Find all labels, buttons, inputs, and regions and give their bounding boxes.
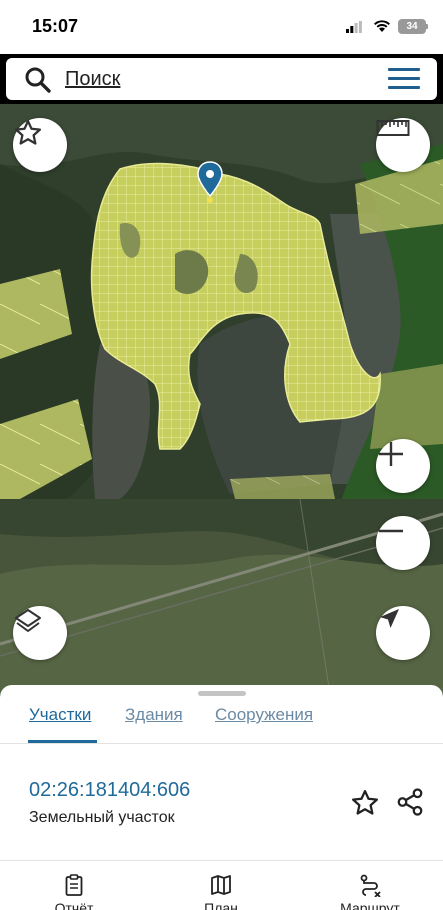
search-input[interactable]: Поиск bbox=[65, 68, 120, 91]
share-icon[interactable] bbox=[395, 787, 425, 817]
wifi-icon bbox=[374, 20, 390, 32]
status-time: 15:07 bbox=[32, 16, 79, 36]
star-icon[interactable] bbox=[350, 788, 380, 818]
tab-structures[interactable]: Сооружения bbox=[215, 705, 313, 725]
layers-icon bbox=[15, 609, 41, 632]
status-bar: 15:07 34 bbox=[0, 0, 443, 54]
divider bbox=[0, 860, 443, 861]
search-icon bbox=[25, 67, 51, 93]
nav-report[interactable]: Отчёт bbox=[50, 873, 98, 910]
tab-parcels[interactable]: Участки bbox=[29, 705, 91, 725]
nav-report-label: Отчёт bbox=[54, 900, 94, 910]
clipboard-icon bbox=[65, 874, 83, 896]
zoom-in-button[interactable] bbox=[376, 439, 430, 493]
map-icon bbox=[211, 875, 231, 895]
layers-button[interactable] bbox=[13, 606, 67, 660]
ruler-icon bbox=[376, 120, 410, 136]
nav-plan-label: План bbox=[204, 900, 238, 910]
minus-icon bbox=[379, 529, 403, 533]
divider bbox=[0, 743, 443, 744]
plus-icon bbox=[379, 442, 403, 466]
star-icon bbox=[15, 120, 41, 145]
zoom-out-button[interactable] bbox=[376, 516, 430, 570]
cadastral-number[interactable]: 02:26:181404:606 bbox=[29, 779, 190, 802]
battery-indicator: 34 bbox=[398, 19, 426, 34]
object-tabs: Участки Здания Сооружения bbox=[0, 703, 443, 743]
search-bar[interactable]: Поиск bbox=[6, 58, 437, 100]
nav-plan[interactable]: План bbox=[196, 873, 246, 910]
satellite-map[interactable] bbox=[0, 104, 443, 694]
route-icon bbox=[360, 874, 381, 897]
tab-buildings[interactable]: Здания bbox=[125, 705, 183, 725]
navigation-arrow-icon bbox=[380, 609, 399, 628]
parcel-type: Земельный участок bbox=[29, 809, 175, 826]
nav-route-label: Маршрут bbox=[340, 900, 400, 910]
menu-icon[interactable] bbox=[388, 68, 420, 90]
nav-route[interactable]: Маршрут bbox=[330, 873, 410, 910]
favorite-button[interactable] bbox=[13, 118, 67, 172]
bottom-sheet: Участки Здания Сооружения 02:26:181404:6… bbox=[0, 685, 443, 910]
cellular-signal-icon bbox=[346, 21, 362, 33]
battery-tip bbox=[426, 24, 428, 29]
sheet-drag-handle[interactable] bbox=[198, 691, 246, 696]
locate-button[interactable] bbox=[376, 606, 430, 660]
ruler-button[interactable] bbox=[376, 118, 430, 172]
